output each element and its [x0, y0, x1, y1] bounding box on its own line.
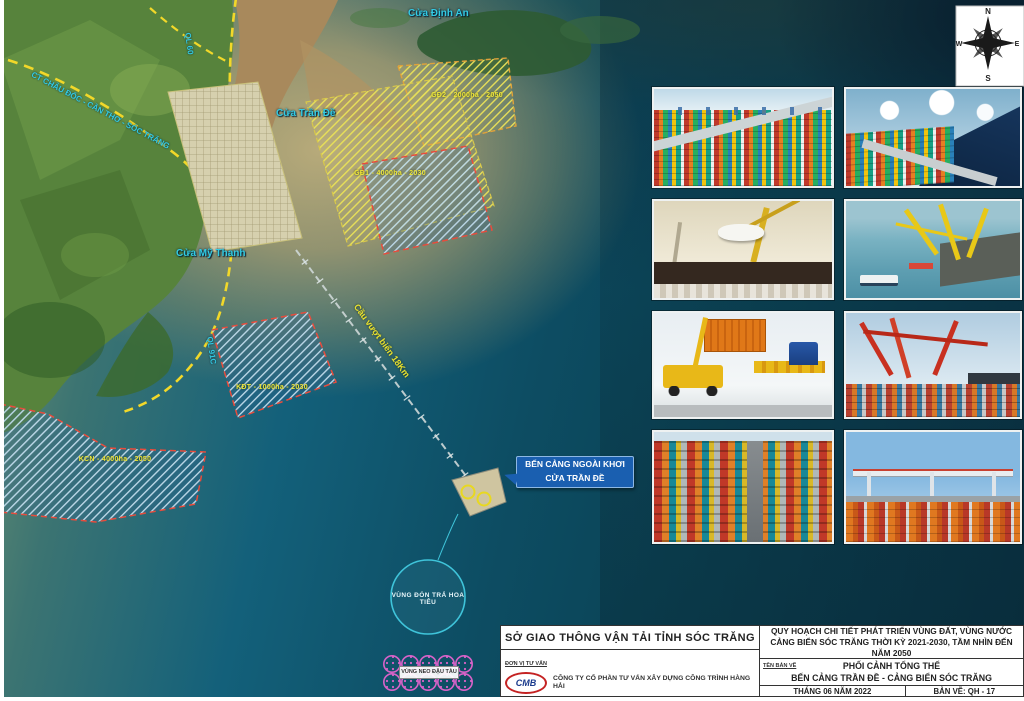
- project-title-cell: QUY HOẠCH CHI TIẾT PHÁT TRIỂN VÙNG ĐẤT, …: [760, 626, 1023, 659]
- zone-label-1: GĐ2 - 2000ha - 2050: [412, 92, 522, 99]
- consultant-cell: ĐƠN VỊ TƯ VẤN CMB CÔNG TY CỔ PHẦN TƯ VẤN…: [501, 650, 759, 696]
- photo-container-stacks: [652, 430, 834, 544]
- photo4-boat2: [909, 263, 933, 269]
- title-block-bottom-row: THÁNG 06 NĂM 2022 BẢN VẼ: QH - 17: [760, 686, 1023, 696]
- sheet-number: BẢN VẼ: QH - 17: [906, 686, 1023, 696]
- photo7-skyline: [654, 432, 832, 441]
- consultant-name: CÔNG TY CỔ PHẦN TƯ VẤN XÂY DỰNG CÔNG TRÌ…: [553, 675, 755, 691]
- compass-s: S: [985, 74, 991, 83]
- zone-label-4: KCN - 4000ha - 2050: [60, 456, 170, 463]
- offshore-port-symbol: [438, 468, 506, 560]
- compass-e: E: [1015, 41, 1020, 48]
- photo-terminal-render-2: [844, 87, 1022, 188]
- pilot-zone-label: VÙNG ĐÓN TRẢ HOA TIÊU: [391, 592, 465, 606]
- cmb-logo: CMB: [505, 672, 547, 694]
- drawing-title1: PHỐI CẢNH TỔNG THỂ: [760, 660, 1023, 672]
- photo-terminal-render-1: [652, 87, 834, 188]
- compass-w: W: [956, 41, 963, 48]
- photo-bulk-cargo-cranes: [652, 199, 834, 300]
- photo3-sacks: [654, 284, 832, 298]
- plan-drawing-page: N S W E Cửa Định An Cửa Trần Đề Cửa Mỹ T…: [0, 0, 1024, 701]
- photo8-stacks: [846, 502, 1020, 542]
- agency-name: SỞ GIAO THÔNG VẬN TẢI TỈNH SÓC TRĂNG: [501, 626, 759, 650]
- photo7-containers: [654, 432, 832, 542]
- drawing-title2: BẾN CẢNG TRẦN ĐỀ - CẢNG BIỂN SÓC TRĂNG: [760, 672, 1023, 684]
- photo8-lane: [846, 496, 1020, 503]
- photo5-wheels: [666, 386, 719, 396]
- title-block-left: SỞ GIAO THÔNG VẬN TẢI TỈNH SÓC TRĂNG ĐƠN…: [501, 626, 760, 696]
- callout-line1: BẾN CẢNG NGOÀI KHƠI: [517, 457, 633, 471]
- page-border-left: [0, 0, 4, 701]
- compass-rose-icon: N S W E: [956, 6, 1024, 86]
- title-block: SỞ GIAO THÔNG VẬN TẢI TỈNH SÓC TRĂNG ĐƠN…: [500, 625, 1024, 697]
- anchorage-label: VÙNG NEO ĐẬU TÀU: [399, 666, 459, 679]
- drawing-name-cell: TÊN BẢN VẼ PHỐI CẢNH TỔNG THỂ BẾN CẢNG T…: [760, 659, 1023, 686]
- photo6-stacks: [846, 384, 1020, 417]
- drawing-label: TÊN BẢN VẼ: [763, 660, 796, 672]
- title-block-right: QUY HOẠCH CHI TIẾT PHÁT TRIỂN VÙNG ĐẤT, …: [760, 626, 1023, 696]
- land-shape: [0, 0, 234, 434]
- compass-n: N: [985, 7, 991, 16]
- label-cua-dinh-an: Cửa Định An: [408, 8, 469, 19]
- callout-line2: CỬA TRẦN ĐỀ: [517, 471, 633, 485]
- consultant-label: ĐƠN VỊ TƯ VẤN: [505, 661, 547, 667]
- photo-container-yard-rmg: [844, 430, 1022, 544]
- reference-photo-grid: [652, 87, 1022, 544]
- photo3-ship-hull: [654, 262, 832, 284]
- drawing-date: THÁNG 06 NĂM 2022: [760, 686, 906, 696]
- zone-label-3: KĐT - 1000ha - 2030: [222, 384, 322, 391]
- photo-harbor-yellow-cranes: [844, 199, 1022, 300]
- photo4-boat1: [860, 275, 898, 287]
- photo5-stacker-body: [663, 365, 724, 388]
- project-line2: CẢNG BIỂN SÓC TRĂNG THỜI KỲ 2021-2030, T…: [760, 637, 1023, 659]
- photo7-aisle: [747, 432, 763, 542]
- photo-reach-stacker-truck: [652, 311, 834, 419]
- photo5-road: [654, 405, 832, 417]
- photo1-cranes: [654, 107, 832, 115]
- label-cua-my-thanh: Cửa Mỹ Thanh: [176, 248, 245, 259]
- photo5-truck-cab: [789, 342, 817, 365]
- photo-red-gantry-cranes: [844, 311, 1022, 419]
- project-line1: QUY HOẠCH CHI TIẾT PHÁT TRIỂN VÙNG ĐẤT, …: [771, 626, 1012, 637]
- page-border-bottom: [0, 697, 1024, 701]
- offshore-port-callout: BẾN CẢNG NGOÀI KHƠI CỬA TRẦN ĐỀ: [516, 456, 634, 488]
- photo5-container: [704, 319, 767, 352]
- photo3-cargo-lift: [718, 224, 764, 240]
- label-cua-tran-de: Cửa Trần Đề: [276, 108, 335, 119]
- zone-label-2: GĐ1 - 4000ha - 2030: [330, 170, 450, 177]
